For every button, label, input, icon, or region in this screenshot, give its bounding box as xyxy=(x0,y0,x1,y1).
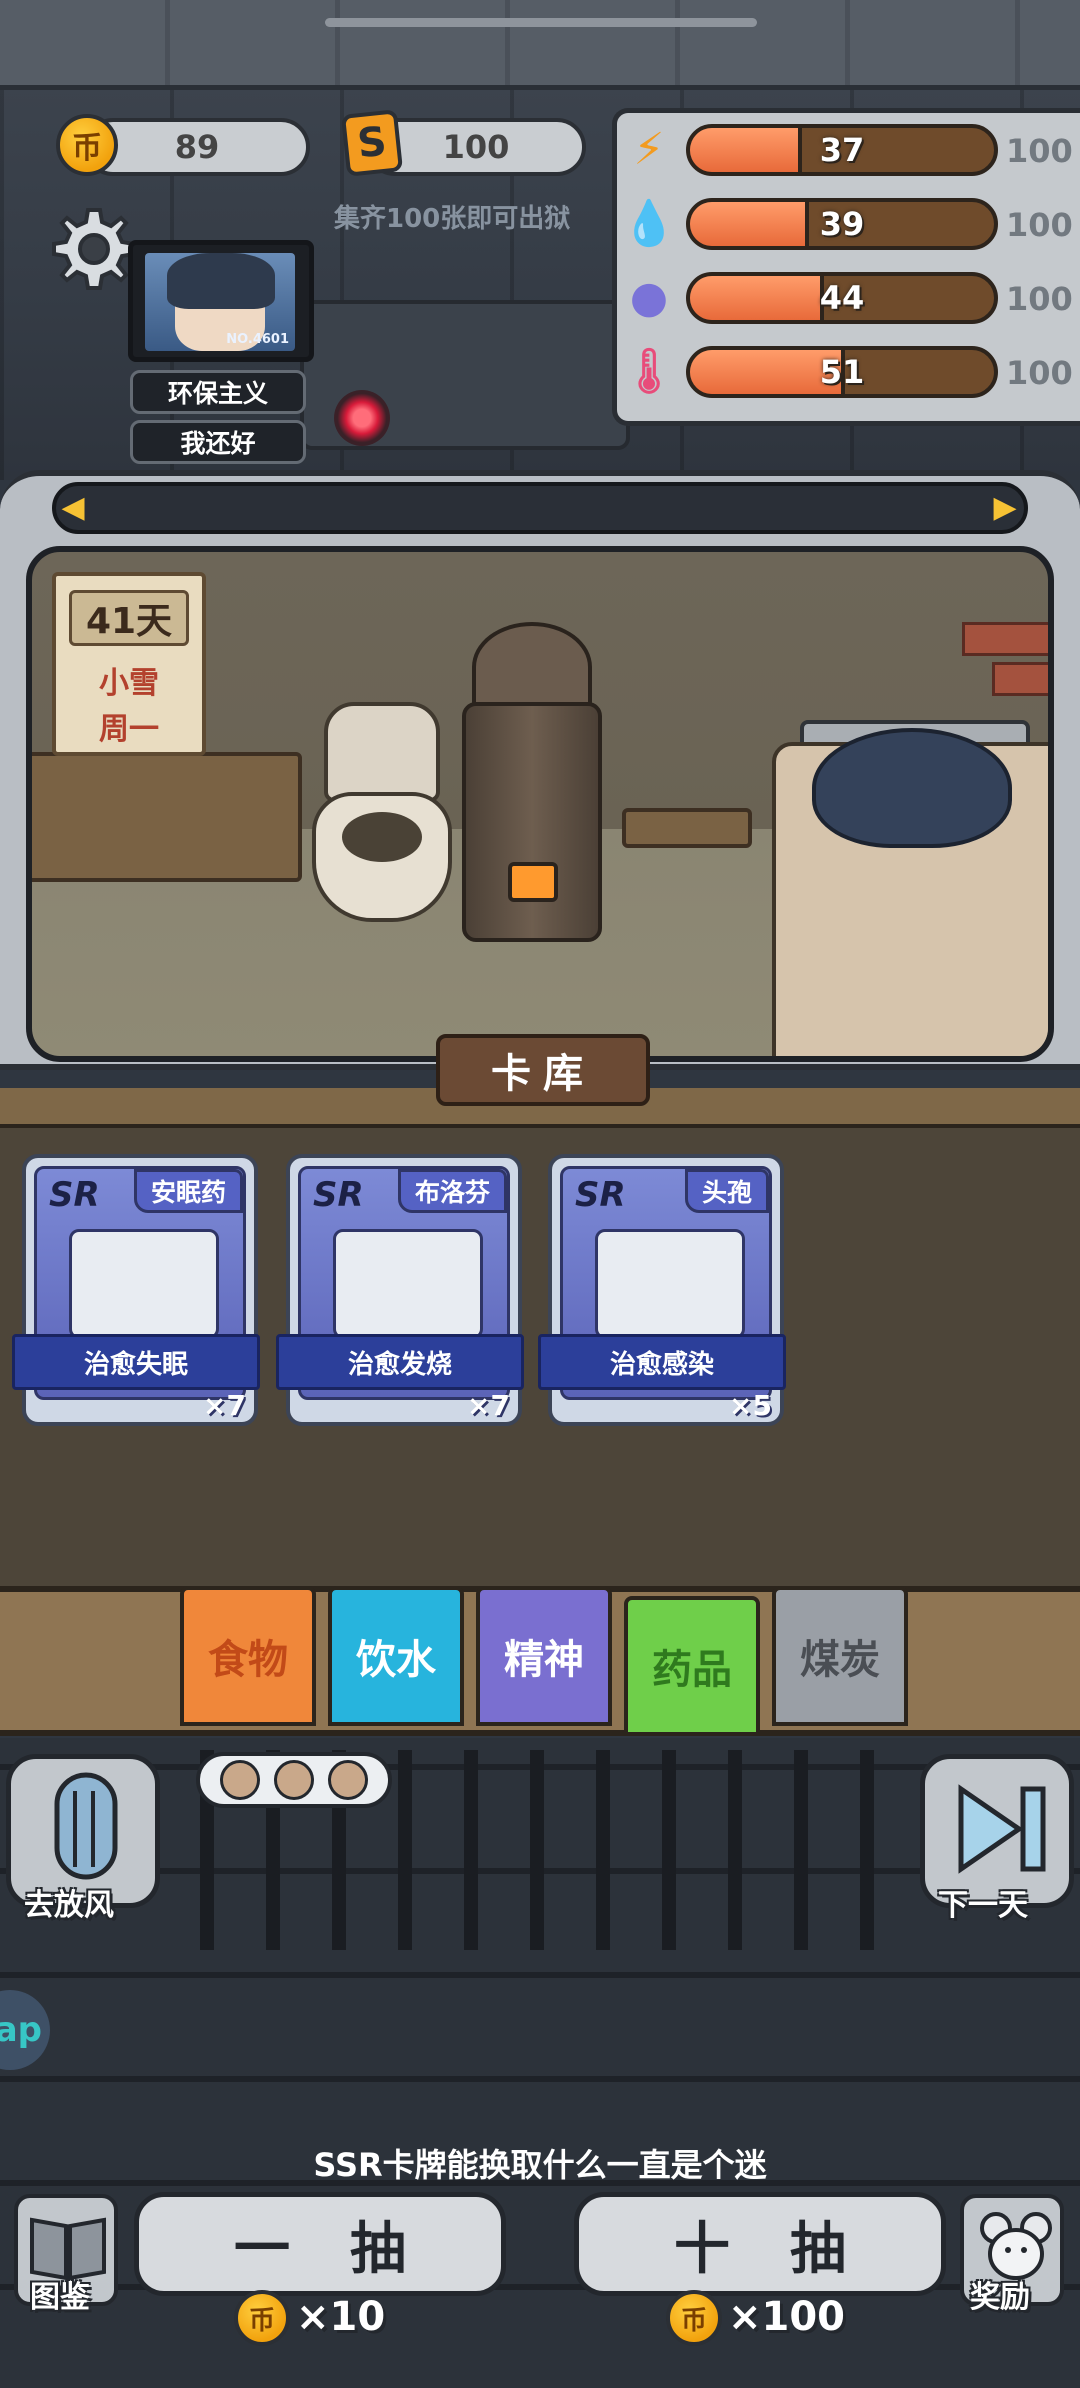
water-drop-icon: 💧 xyxy=(621,198,677,249)
medicine-card[interactable]: SR 头孢治愈感染 ×5 xyxy=(538,1154,786,1426)
stat-value: 44 xyxy=(819,279,865,317)
cell-scene: 41天 小雪 周一 xyxy=(26,546,1054,1062)
stat-bar: 44 xyxy=(686,272,998,324)
inmate-face-icon xyxy=(274,1760,314,1800)
category-tab[interactable]: 药品 xyxy=(624,1596,760,1736)
nav-left-arrow-icon[interactable]: ◀ xyxy=(58,490,88,525)
toilet-hole xyxy=(342,812,422,862)
thermometer-icon: 🌡 xyxy=(621,346,677,397)
brick xyxy=(992,662,1048,696)
stat-value: 37 xyxy=(819,131,865,169)
draw-one-cost: ×10 xyxy=(296,2294,386,2340)
brain-icon: ● xyxy=(629,271,669,323)
stat-value: 39 xyxy=(819,205,865,243)
medicine-card[interactable]: SR 安眠药治愈失眠 ×7 xyxy=(12,1154,260,1426)
brick xyxy=(962,622,1048,656)
coin-symbol: 币 xyxy=(72,131,102,166)
category-label: 饮水 xyxy=(356,1637,436,1683)
toilet-icon xyxy=(324,702,440,802)
category-label: 煤炭 xyxy=(800,1637,880,1683)
card-name: 安眠药 xyxy=(133,1169,243,1213)
category-tab[interactable]: 食物 xyxy=(180,1586,316,1726)
card-vault-title: 卡库 xyxy=(436,1034,650,1106)
card-count: ×7 xyxy=(203,1389,246,1422)
card-effect: 治愈失眠 xyxy=(12,1334,260,1390)
medicine-box-icon xyxy=(595,1229,745,1339)
coin-icon: 币 xyxy=(234,2290,290,2346)
coin-icon: 币 xyxy=(56,114,118,176)
medicine-box-icon xyxy=(333,1229,483,1339)
nav-right-arrow-icon[interactable]: ▶ xyxy=(990,490,1020,525)
stat-max: 100 xyxy=(1006,132,1073,170)
card-effect: 治愈感染 xyxy=(538,1334,786,1390)
prisoner-number: NO.4601 xyxy=(226,332,289,347)
portrait-monitor[interactable]: NO.4601 xyxy=(128,240,314,362)
weather-label: 小雪 xyxy=(99,666,159,701)
stool xyxy=(622,808,752,848)
stove-lid xyxy=(472,622,592,712)
gallery-label: 图鉴 xyxy=(30,2280,90,2315)
coin-symbol: 币 xyxy=(680,2305,707,2336)
wooden-table xyxy=(32,752,302,882)
settings-gear-icon[interactable] xyxy=(48,204,138,294)
inmate-face-icon xyxy=(220,1760,260,1800)
coin-symbol: 币 xyxy=(248,2305,275,2336)
s-card-icon: S xyxy=(340,109,404,177)
card-count: ×5 xyxy=(729,1389,772,1422)
coin-amount: 89 xyxy=(174,128,220,166)
medicine-box-icon xyxy=(69,1229,219,1339)
release-hint: 集齐100张即可出狱 xyxy=(334,204,571,234)
card-rank: SR xyxy=(313,1175,364,1215)
sleeping-prisoner xyxy=(812,728,1012,848)
stat-value: 51 xyxy=(819,353,865,391)
reward-label: 奖励 xyxy=(970,2280,1030,2315)
draw-one-button[interactable]: 一抽 xyxy=(134,2192,506,2296)
stat-max: 100 xyxy=(1006,280,1073,318)
coal-stove-icon xyxy=(462,702,602,942)
coin-icon: 币 xyxy=(666,2290,722,2346)
category-label: 药品 xyxy=(652,1647,732,1693)
inmates-bubble[interactable] xyxy=(196,1752,392,1808)
card-effect: 治愈发烧 xyxy=(276,1334,524,1390)
tip-text: SSR卡牌能换取什么一直是个迷 xyxy=(313,2146,767,2184)
card-rank: SR xyxy=(575,1175,626,1215)
stat-bar: 51 xyxy=(686,346,998,398)
status-bar-pill xyxy=(325,18,757,27)
category-label: 精神 xyxy=(504,1637,584,1683)
skip-forward-icon xyxy=(958,1784,1046,1874)
s-symbol: S xyxy=(355,118,389,168)
weekday-label: 周一 xyxy=(99,712,159,747)
card-name: 头孢 xyxy=(684,1169,769,1213)
category-tab[interactable]: 精神 xyxy=(476,1586,612,1726)
stat-max: 100 xyxy=(1006,206,1073,244)
category-tab[interactable]: 煤炭 xyxy=(772,1586,908,1726)
stove-fire xyxy=(508,862,558,902)
category-tab[interactable]: 饮水 xyxy=(328,1586,464,1726)
lightning-icon: ⚡ xyxy=(633,123,665,175)
medicine-card[interactable]: SR 布洛芬治愈发烧 ×7 xyxy=(276,1154,524,1426)
stat-bar: 37 xyxy=(686,124,998,176)
card-rank: SR xyxy=(49,1175,100,1215)
calendar-poster: 41天 小雪 周一 xyxy=(52,572,206,756)
stat-max: 100 xyxy=(1006,354,1073,392)
door-icon xyxy=(54,1772,118,1880)
s-card-amount: 100 xyxy=(442,128,510,166)
card-count: ×7 xyxy=(467,1389,510,1422)
trait-tag[interactable]: 环保主义 xyxy=(130,370,306,414)
mood-tag[interactable]: 我还好 xyxy=(130,420,306,464)
card-name: 布洛芬 xyxy=(397,1169,507,1213)
go-out-label: 去放风 xyxy=(24,1888,114,1923)
stat-bar: 39 xyxy=(686,198,998,250)
inmate-face-icon xyxy=(328,1760,368,1800)
portrait-screen: NO.4601 xyxy=(145,253,295,351)
alarm-light-icon xyxy=(334,390,390,446)
ceiling-strip xyxy=(0,0,1080,90)
day-counter: 41天 xyxy=(69,590,189,646)
draw-ten-cost: ×100 xyxy=(728,2294,846,2340)
draw-ten-button[interactable]: 十抽 xyxy=(574,2192,946,2296)
category-label: 食物 xyxy=(208,1637,288,1683)
next-day-label: 下一天 xyxy=(938,1888,1028,1923)
prisoner-hair xyxy=(167,253,275,309)
scene-nav-bar xyxy=(52,482,1028,534)
